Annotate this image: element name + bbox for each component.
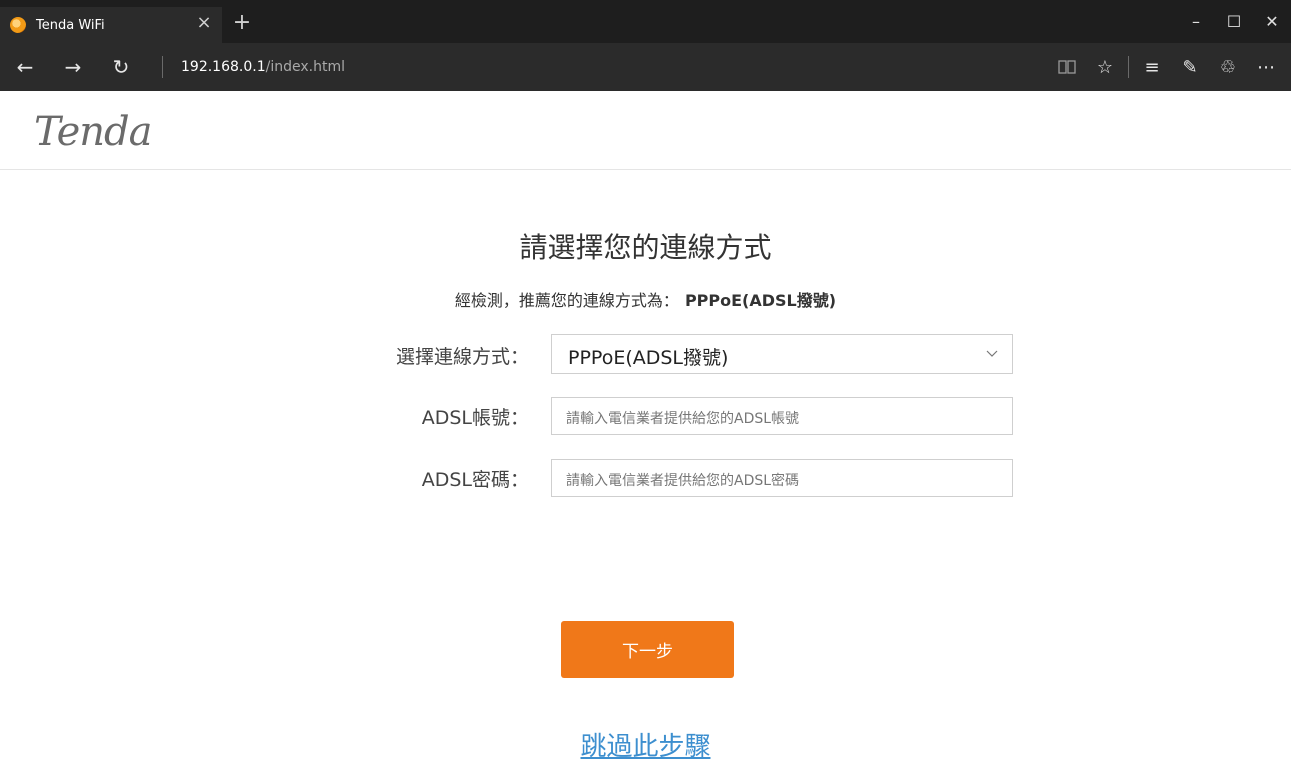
connection-mode-value: PPPoE(ADSL撥號)	[568, 347, 729, 369]
connection-mode-label: 選擇連線方式：	[395, 346, 529, 368]
next-step-button[interactable]: 下一步	[561, 621, 734, 678]
tab-close-icon[interactable]: ×	[194, 13, 214, 33]
address-path: /index.html	[265, 59, 345, 75]
setup-content: 請選擇您的連線方式 經檢測，推薦您的連線方式為： PPPoE(ADSL撥號) 選擇…	[0, 170, 1291, 762]
skip-step-link[interactable]: 跳過此步驟	[0, 726, 1291, 762]
tenda-favicon-icon	[10, 17, 26, 33]
adsl-password-input[interactable]: 請輸入電信業者提供給您的ADSL密碼	[551, 459, 1013, 497]
reading-view-icon[interactable]	[1048, 43, 1086, 91]
close-window-icon[interactable]: ✕	[1253, 0, 1291, 43]
address-bar[interactable]: 192.168.0.1/index.html	[181, 59, 345, 75]
detected-connection-text: 經檢測，推薦您的連線方式為： PPPoE(ADSL撥號)	[0, 287, 1291, 311]
adsl-password-placeholder: 請輸入電信業者提供給您的ADSL密碼	[566, 473, 800, 489]
web-note-icon[interactable]: ✎	[1171, 43, 1209, 91]
connection-mode-row: 選擇連線方式： PPPoE(ADSL撥號)	[0, 334, 1291, 374]
tab-title: Tenda WiFi	[36, 17, 105, 33]
nav-divider	[162, 56, 163, 78]
hub-icon[interactable]: ≡	[1133, 43, 1171, 91]
browser-tab[interactable]: Tenda WiFi ×	[0, 7, 222, 43]
more-icon[interactable]: ⋯	[1247, 43, 1285, 91]
toolbar-divider	[1128, 56, 1129, 78]
favorite-star-icon[interactable]: ☆	[1086, 43, 1124, 91]
minimize-icon[interactable]: –	[1177, 0, 1215, 43]
back-icon[interactable]: ←	[6, 43, 44, 91]
adsl-account-placeholder: 請輸入電信業者提供給您的ADSL帳號	[566, 411, 800, 427]
browser-titlebar: Tenda WiFi × + – ☐ ✕	[0, 0, 1291, 43]
chevron-down-icon	[986, 346, 998, 362]
window-controls: – ☐ ✕	[1177, 0, 1291, 43]
adsl-password-label: ADSL密碼：	[421, 469, 529, 491]
adsl-account-label: ADSL帳號：	[421, 407, 529, 429]
page-title: 請選擇您的連線方式	[519, 231, 772, 264]
connection-mode-select[interactable]: PPPoE(ADSL撥號)	[551, 334, 1013, 374]
detect-prefix: 經檢測，推薦您的連線方式為：	[454, 291, 679, 310]
address-host: 192.168.0.1	[181, 59, 266, 75]
detect-value: PPPoE(ADSL撥號)	[684, 291, 837, 310]
browser-toolbar: ☆ ≡ ✎ ♲ ⋯	[1048, 43, 1285, 91]
page-header: Tenda	[0, 91, 1291, 170]
maximize-icon[interactable]: ☐	[1215, 0, 1253, 43]
forward-icon[interactable]: →	[54, 43, 92, 91]
adsl-password-row: ADSL密碼： 請輸入電信業者提供給您的ADSL密碼	[0, 457, 1291, 497]
share-icon[interactable]: ♲	[1209, 43, 1247, 91]
refresh-icon[interactable]: ↻	[102, 43, 140, 91]
browser-navbar: ← → ↻ 192.168.0.1/index.html ☆ ≡ ✎ ♲ ⋯	[0, 43, 1291, 91]
adsl-account-input[interactable]: 請輸入電信業者提供給您的ADSL帳號	[551, 397, 1013, 435]
tenda-logo: Tenda	[34, 109, 152, 155]
new-tab-icon[interactable]: +	[230, 10, 254, 36]
adsl-account-row: ADSL帳號： 請輸入電信業者提供給您的ADSL帳號	[0, 395, 1291, 435]
